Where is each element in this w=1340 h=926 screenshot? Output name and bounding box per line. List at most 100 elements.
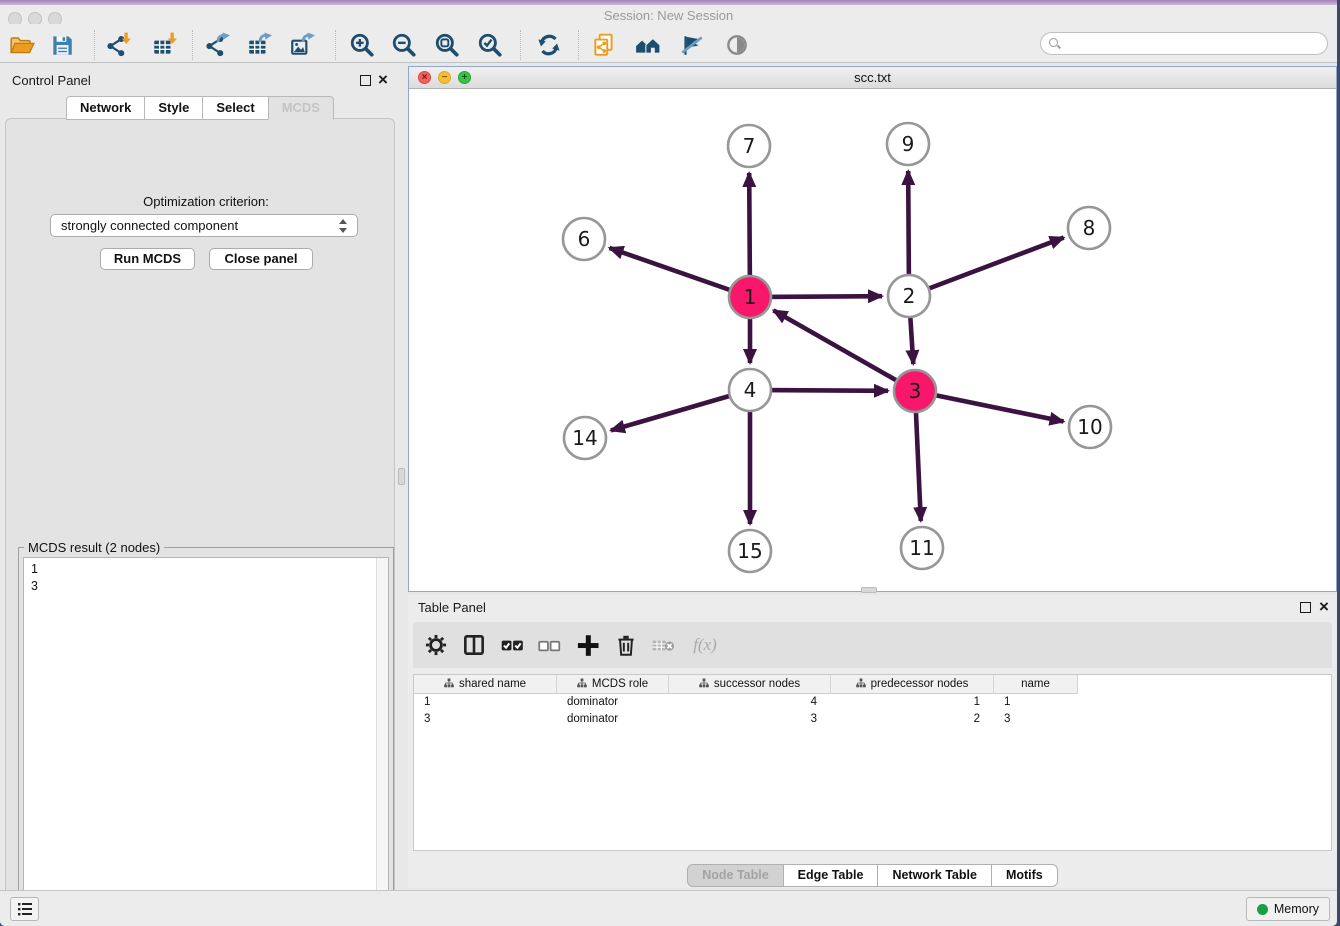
graph-node-15[interactable]: 15 xyxy=(729,530,771,572)
tab-edge-table[interactable]: Edge Table xyxy=(783,864,878,887)
column-type-icon xyxy=(699,678,709,691)
cell-shared-name[interactable]: 3 xyxy=(414,711,557,728)
cell-name[interactable]: 1 xyxy=(994,694,1078,711)
zoom-selected-icon[interactable] xyxy=(477,32,503,58)
column-type-icon xyxy=(577,678,587,691)
optimization-criterion-label: Optimization criterion: xyxy=(6,194,406,209)
svg-text:8: 8 xyxy=(1083,216,1096,240)
first-neighbors-icon[interactable] xyxy=(635,32,661,58)
zoom-in-icon[interactable] xyxy=(349,32,375,58)
toolbar-separator xyxy=(335,30,336,60)
export-image-icon[interactable] xyxy=(289,32,315,58)
tab-select[interactable]: Select xyxy=(202,96,267,120)
function-builder-icon: f(x) xyxy=(692,632,718,658)
column-header-MCDS-role[interactable]: MCDS role xyxy=(557,675,669,694)
graph-node-2[interactable]: 2 xyxy=(888,275,930,317)
table-panel-title: Table Panel xyxy=(418,600,486,615)
column-header-predecessor-nodes[interactable]: predecessor nodes xyxy=(831,675,994,694)
graph-node-8[interactable]: 8 xyxy=(1068,207,1110,249)
cell-predecessor-nodes[interactable]: 2 xyxy=(831,711,994,728)
control-panel-tabs: NetworkStyleSelectMCDS xyxy=(0,96,400,120)
toolbar-separator xyxy=(192,30,193,60)
duplicate-network-icon[interactable] xyxy=(591,32,617,58)
main-toolbar xyxy=(0,24,1337,63)
zoom-out-icon[interactable] xyxy=(391,32,417,58)
svg-text:15: 15 xyxy=(737,539,762,563)
add-row-icon[interactable] xyxy=(575,632,601,658)
graph-node-10[interactable]: 10 xyxy=(1069,406,1111,448)
graph-node-6[interactable]: 6 xyxy=(563,218,605,260)
horizontal-splitter-handle[interactable] xyxy=(861,587,877,593)
cell-predecessor-nodes[interactable]: 1 xyxy=(831,694,994,711)
graph-node-14[interactable]: 14 xyxy=(564,417,606,459)
network-view-titlebar[interactable]: × − + scc.txt xyxy=(409,67,1336,89)
tab-network[interactable]: Network xyxy=(66,96,144,120)
show-graphics-details-icon[interactable] xyxy=(724,32,750,58)
graph-node-4[interactable]: 4 xyxy=(729,369,771,411)
cell-successor-nodes[interactable]: 3 xyxy=(669,711,831,728)
mcds-result-textarea[interactable]: 1 3 xyxy=(23,557,389,919)
table-row[interactable]: 3dominator323 xyxy=(414,711,1331,728)
zoom-fit-icon[interactable] xyxy=(434,32,460,58)
graph-edge-3-1[interactable] xyxy=(773,310,915,391)
column-header-name[interactable]: name xyxy=(994,675,1078,694)
table-panel-float-icon[interactable] xyxy=(1300,602,1311,613)
close-panel-button[interactable]: Close panel xyxy=(209,248,313,270)
tab-network-table[interactable]: Network Table xyxy=(877,864,991,887)
graph-edge-1-6[interactable] xyxy=(609,248,750,297)
export-table-icon[interactable] xyxy=(246,32,272,58)
column-header-successor-nodes[interactable]: successor nodes xyxy=(669,675,831,694)
list-icon xyxy=(15,899,35,919)
control-panel-close-icon[interactable]: × xyxy=(378,74,388,85)
refresh-layout-icon[interactable] xyxy=(536,32,562,58)
export-network-icon[interactable] xyxy=(204,32,230,58)
cell-successor-nodes[interactable]: 4 xyxy=(669,694,831,711)
graph-node-9[interactable]: 9 xyxy=(887,123,929,165)
node-table: shared nameMCDS rolesuccessor nodesprede… xyxy=(413,674,1332,851)
graph-edge-2-8[interactable] xyxy=(909,238,1064,296)
cell-MCDS-role[interactable]: dominator xyxy=(557,711,669,728)
run-mcds-button[interactable]: Run MCDS xyxy=(100,248,195,270)
hide-selected-icon[interactable] xyxy=(679,32,705,58)
table-settings-icon[interactable] xyxy=(423,632,449,658)
criterion-select-value: strongly connected component xyxy=(61,218,238,233)
control-panel-float-icon[interactable] xyxy=(360,75,371,86)
tab-mcds[interactable]: MCDS xyxy=(268,96,334,120)
open-session-icon[interactable] xyxy=(9,32,35,58)
cell-MCDS-role[interactable]: dominator xyxy=(557,694,669,711)
tab-style[interactable]: Style xyxy=(144,96,202,120)
network-graph: 7 9 6 8 1 2 4 3 14 10 15 11 xyxy=(409,89,1336,591)
table-panel: Table Panel × f(x) shared nameMCDS roles… xyxy=(408,595,1337,888)
cell-shared-name[interactable]: 1 xyxy=(414,694,557,711)
import-table-icon[interactable] xyxy=(151,32,177,58)
graph-node-7[interactable]: 7 xyxy=(728,125,770,167)
show-columns-icon[interactable] xyxy=(461,632,487,658)
vertical-splitter-handle[interactable] xyxy=(398,468,405,485)
network-canvas[interactable]: 7 9 6 8 1 2 4 3 14 10 15 11 xyxy=(409,89,1336,591)
table-panel-close-icon[interactable]: × xyxy=(1319,601,1329,612)
graph-edge-3-10[interactable] xyxy=(915,391,1064,422)
graph-node-1[interactable]: 1 xyxy=(729,276,771,318)
memory-button[interactable]: Memory xyxy=(1246,897,1330,921)
graph-node-3[interactable]: 3 xyxy=(894,370,936,412)
task-history-button[interactable] xyxy=(10,897,39,921)
select-all-icon[interactable] xyxy=(499,632,525,658)
tab-motifs[interactable]: Motifs xyxy=(991,864,1058,887)
criterion-select[interactable]: strongly connected component xyxy=(50,214,358,237)
window-title: Session: New Session xyxy=(0,8,1337,23)
tab-node-table[interactable]: Node Table xyxy=(687,864,782,887)
search-field[interactable] xyxy=(1040,32,1328,55)
graph-node-11[interactable]: 11 xyxy=(901,527,943,569)
result-scrollbar[interactable] xyxy=(376,558,388,918)
table-row[interactable]: 1dominator411 xyxy=(414,694,1331,711)
delete-table-icon[interactable] xyxy=(613,632,639,658)
save-session-icon[interactable] xyxy=(49,32,75,58)
import-network-icon[interactable] xyxy=(105,32,131,58)
cell-name[interactable]: 3 xyxy=(994,711,1078,728)
status-bar: Memory xyxy=(0,890,1337,926)
search-input[interactable] xyxy=(1063,34,1318,53)
svg-text:3: 3 xyxy=(909,379,922,403)
column-header-shared-name[interactable]: shared name xyxy=(414,675,557,694)
memory-status-icon xyxy=(1257,904,1268,915)
unselect-all-icon[interactable] xyxy=(536,632,562,658)
